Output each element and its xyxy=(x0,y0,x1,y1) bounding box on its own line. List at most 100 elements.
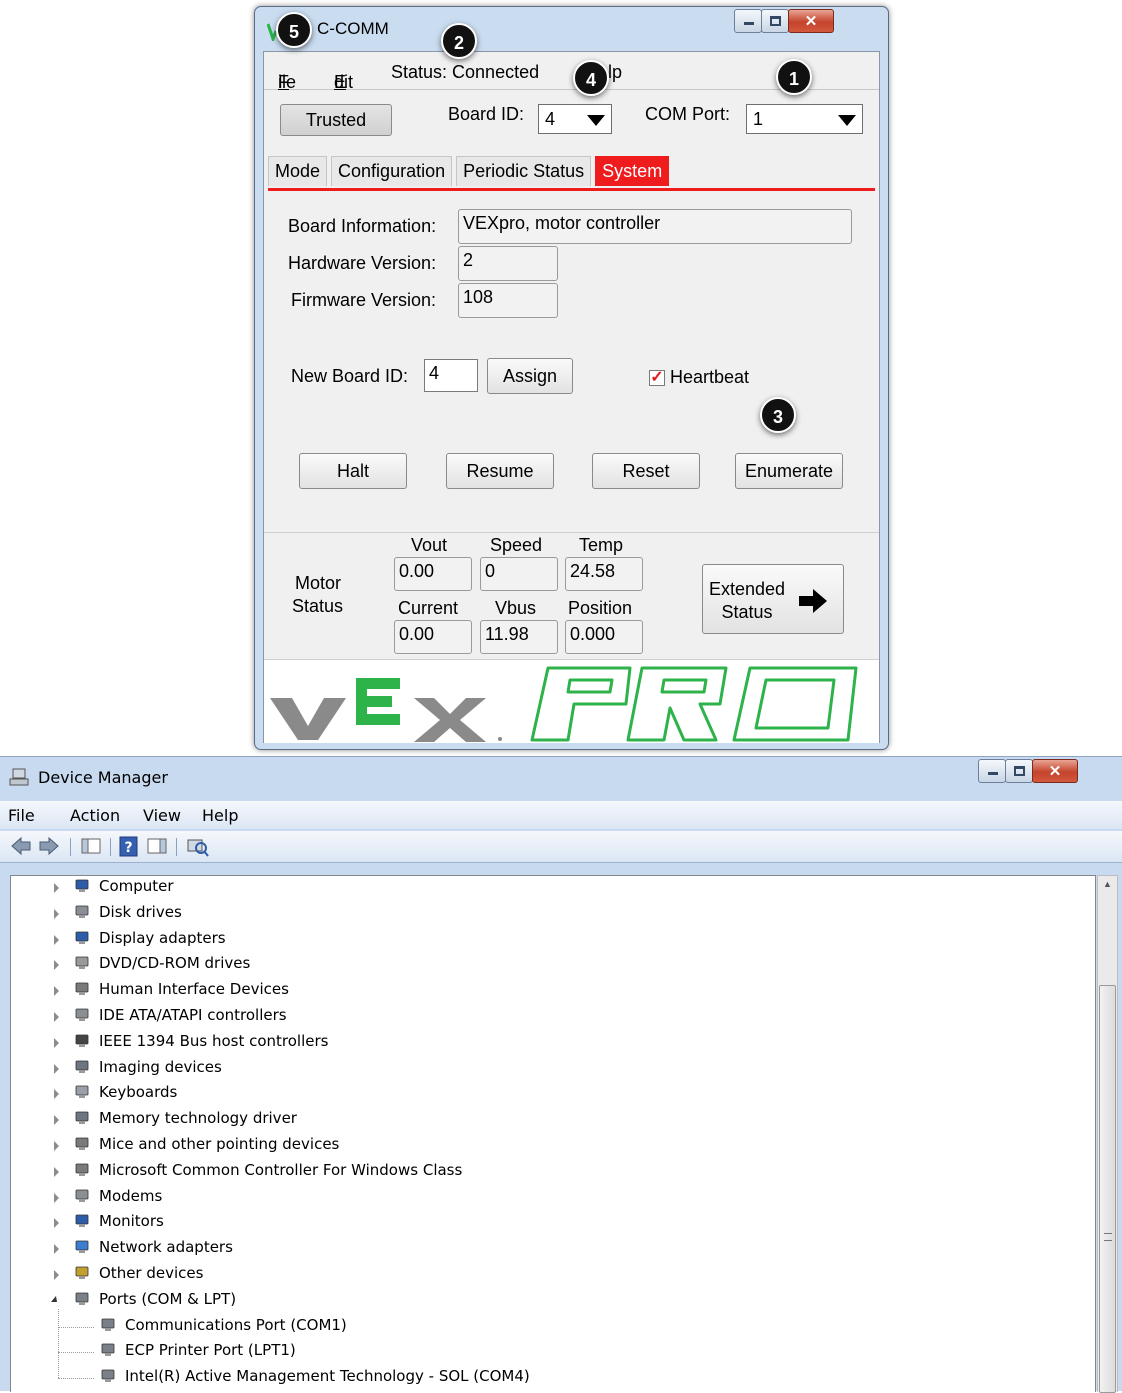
tab-system[interactable]: System xyxy=(595,156,670,186)
scroll-up-arrow-icon[interactable]: ▲ xyxy=(1098,876,1117,893)
keyboard-icon xyxy=(73,1084,91,1100)
motor-status-divider xyxy=(264,532,879,533)
position-label: Position xyxy=(568,598,633,618)
board-info-field: VEXpro, motor controller xyxy=(458,209,852,244)
menu-help[interactable]: lp xyxy=(608,62,622,83)
current-field: 0.00 xyxy=(394,620,472,654)
heartbeat-checkbox[interactable]: ✓ xyxy=(649,370,665,386)
window-controls: ✕ xyxy=(734,9,834,37)
trusted-button[interactable]: Trusted xyxy=(280,104,392,136)
dm-menu-action[interactable]: Action xyxy=(70,806,120,825)
reset-button[interactable]: Reset xyxy=(592,453,700,489)
collapsed-arrow-icon[interactable] xyxy=(54,1037,59,1048)
help-icon[interactable]: ? xyxy=(118,836,140,858)
board-info-label: Board Information: xyxy=(288,216,437,236)
collapsed-arrow-icon[interactable] xyxy=(54,1141,59,1151)
toolbar-separator xyxy=(176,838,177,856)
back-arrow-icon[interactable] xyxy=(10,836,32,856)
action-pane-icon[interactable] xyxy=(146,836,168,856)
close-icon: ✕ xyxy=(1048,763,1062,780)
maximize-icon xyxy=(1014,766,1025,776)
expanded-arrow-icon[interactable] xyxy=(51,1295,57,1302)
tree-connector xyxy=(58,1352,94,1354)
tree-item-label: Intel(R) Active Management Technology - … xyxy=(125,1367,530,1386)
board-id-label: Board ID: xyxy=(448,104,525,124)
com-port-value: 1 xyxy=(753,109,764,129)
mouse-icon xyxy=(73,1136,91,1152)
collapsed-arrow-icon[interactable] xyxy=(54,960,59,971)
tree-item-label: Keyboards xyxy=(99,1083,178,1102)
temp-field: 24.58 xyxy=(565,557,643,591)
board-id-select[interactable]: 4 xyxy=(538,104,612,134)
collapsed-arrow-icon[interactable] xyxy=(54,1063,59,1074)
tree-item-label: Ports (COM & LPT) xyxy=(99,1289,237,1308)
dvd-drive-icon xyxy=(73,955,91,971)
dm-minimize-button[interactable] xyxy=(978,759,1006,783)
collapsed-arrow-icon[interactable] xyxy=(54,1089,59,1100)
collapsed-arrow-icon[interactable] xyxy=(54,1115,59,1126)
enumerate-button[interactable]: Enumerate xyxy=(735,453,843,489)
svg-text:?: ? xyxy=(124,840,132,856)
collapsed-arrow-icon[interactable] xyxy=(54,1012,59,1022)
current-label: Current xyxy=(398,598,459,618)
scrollbar-grip-icon xyxy=(1104,1233,1112,1241)
port-icon xyxy=(99,1368,117,1384)
close-icon: ✕ xyxy=(804,13,818,30)
collapsed-arrow-icon[interactable] xyxy=(54,986,59,997)
toolbar-separator xyxy=(70,838,71,856)
device-tree[interactable]: Computer Disk drives Display adapters DVD/C… xyxy=(10,875,1096,1392)
device-manager-title: Device Manager xyxy=(38,768,168,787)
resume-button[interactable]: Resume xyxy=(446,453,554,489)
collapsed-arrow-icon[interactable] xyxy=(54,1244,59,1255)
callout-4: 4 xyxy=(573,60,609,96)
collapsed-arrow-icon[interactable] xyxy=(54,1192,59,1203)
motor-status-label-line1: Motor xyxy=(295,573,342,593)
firewire-icon xyxy=(73,1033,91,1049)
new-board-id-input[interactable]: 4 xyxy=(424,359,478,392)
collapsed-arrow-icon[interactable] xyxy=(54,908,59,919)
modem-icon xyxy=(73,1188,91,1204)
collapsed-arrow-icon[interactable] xyxy=(54,883,59,893)
tab-mode[interactable]: Mode xyxy=(268,156,328,186)
maximize-icon xyxy=(770,16,781,26)
collapsed-arrow-icon[interactable] xyxy=(54,1166,59,1177)
dm-maximize-button[interactable] xyxy=(1005,759,1033,783)
tree-item-label: Modems xyxy=(99,1186,163,1205)
extended-status-button[interactable]: Extended Status xyxy=(702,564,844,634)
dm-close-button[interactable]: ✕ xyxy=(1032,759,1078,783)
maximize-button[interactable] xyxy=(761,9,789,33)
vbus-field: 11.98 xyxy=(480,620,558,654)
scrollbar-thumb[interactable] xyxy=(1099,985,1116,1393)
forward-arrow-icon[interactable] xyxy=(38,836,60,856)
hardware-version-field: 2 xyxy=(458,246,558,281)
dm-menu-help[interactable]: Help xyxy=(202,806,238,825)
vertical-scrollbar[interactable]: ▲ xyxy=(1097,875,1118,1393)
dm-menu-file[interactable]: File xyxy=(8,806,35,825)
tree-item-label: IDE ATA/ATAPI controllers xyxy=(99,1006,287,1024)
halt-button[interactable]: Halt xyxy=(299,453,407,489)
vexpro-logo xyxy=(264,659,879,743)
computer-icon xyxy=(73,878,91,894)
tree-item-label: Disk drives xyxy=(99,902,182,921)
unknown-device-icon xyxy=(73,1265,91,1281)
collapsed-arrow-icon[interactable] xyxy=(54,1218,59,1229)
collapsed-arrow-icon[interactable] xyxy=(54,1270,59,1280)
device-manager-icon xyxy=(9,768,29,786)
minimize-button[interactable] xyxy=(734,9,762,33)
dropdown-arrow-icon xyxy=(838,115,856,126)
vexpro-logo-graphic xyxy=(270,666,858,742)
extended-status-text: Extended Status xyxy=(709,578,785,624)
tab-periodic-status[interactable]: Periodic Status xyxy=(456,156,592,186)
assign-button[interactable]: Assign xyxy=(487,358,573,394)
scan-hardware-icon[interactable] xyxy=(186,836,210,858)
show-hide-console-tree-icon[interactable] xyxy=(80,836,102,856)
tree-item-label: Imaging devices xyxy=(99,1057,222,1076)
dm-menu-view[interactable]: View xyxy=(143,806,181,825)
close-button[interactable]: ✕ xyxy=(788,9,834,33)
collapsed-arrow-icon[interactable] xyxy=(54,934,59,945)
title-bar[interactable]: C-COMM ✕ xyxy=(255,7,888,51)
com-port-select[interactable]: 1 xyxy=(746,104,863,134)
tab-configuration[interactable]: Configuration xyxy=(331,156,453,186)
arrow-right-icon xyxy=(799,589,827,613)
vout-field: 0.00 xyxy=(394,557,472,591)
